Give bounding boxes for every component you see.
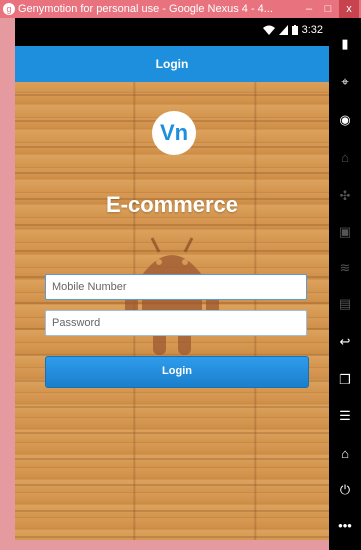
action-bar-title: Login <box>155 57 189 71</box>
window-titlebar: g Genymotion for personal use - Google N… <box>0 0 361 18</box>
signal-icon <box>278 25 288 35</box>
status-bar: 3:32 <box>15 18 329 46</box>
dpad-icon[interactable]: ✣ <box>337 188 353 204</box>
window-title: Genymotion for personal use - Google Nex… <box>18 3 273 15</box>
password-input[interactable] <box>45 310 307 336</box>
home-icon[interactable]: ⌂ <box>337 446 353 462</box>
status-clock: 3:32 <box>301 24 323 36</box>
phone-screen: 3:32 Login Vn E-commerce Login <box>15 18 329 540</box>
app-logo: Vn <box>152 111 196 155</box>
rss-icon[interactable]: ≋ <box>337 260 353 276</box>
camera-icon[interactable]: ◉ <box>337 112 353 128</box>
brand-title: E-commerce <box>105 192 239 217</box>
rotate-icon[interactable]: ⌂ <box>337 150 353 166</box>
power-icon[interactable]: ⏻ <box>337 482 353 498</box>
menu-icon[interactable]: ☰ <box>337 408 353 424</box>
capture-icon[interactable]: ▣ <box>337 224 353 240</box>
battery-status-icon <box>291 25 298 35</box>
window-frame-bottom <box>15 540 329 550</box>
recent-apps-icon[interactable]: ❐ <box>337 372 353 388</box>
id-icon[interactable]: ▤ <box>337 296 353 312</box>
login-button[interactable]: Login <box>45 356 309 388</box>
action-bar: Login <box>15 46 329 82</box>
maximize-button[interactable]: □ <box>320 0 336 18</box>
mobile-number-input[interactable] <box>45 274 307 300</box>
window-frame-left <box>0 18 15 550</box>
minimize-button[interactable]: – <box>301 0 317 18</box>
wifi-icon <box>262 25 275 35</box>
genymotion-icon: g <box>3 3 15 15</box>
battery-icon[interactable]: ▮ <box>337 36 353 52</box>
close-button[interactable]: x <box>339 0 359 18</box>
window-controls: – □ x <box>301 0 359 18</box>
back-icon[interactable]: ↩ <box>337 334 353 350</box>
genymotion-side-panel: ▮ ⌖ ◉ ⌂ ✣ ▣ ≋ ▤ ↩ ❐ ☰ ⌂ ⏻ ••• <box>329 18 361 550</box>
more-icon[interactable]: ••• <box>337 518 353 534</box>
gps-icon[interactable]: ⌖ <box>337 74 353 90</box>
